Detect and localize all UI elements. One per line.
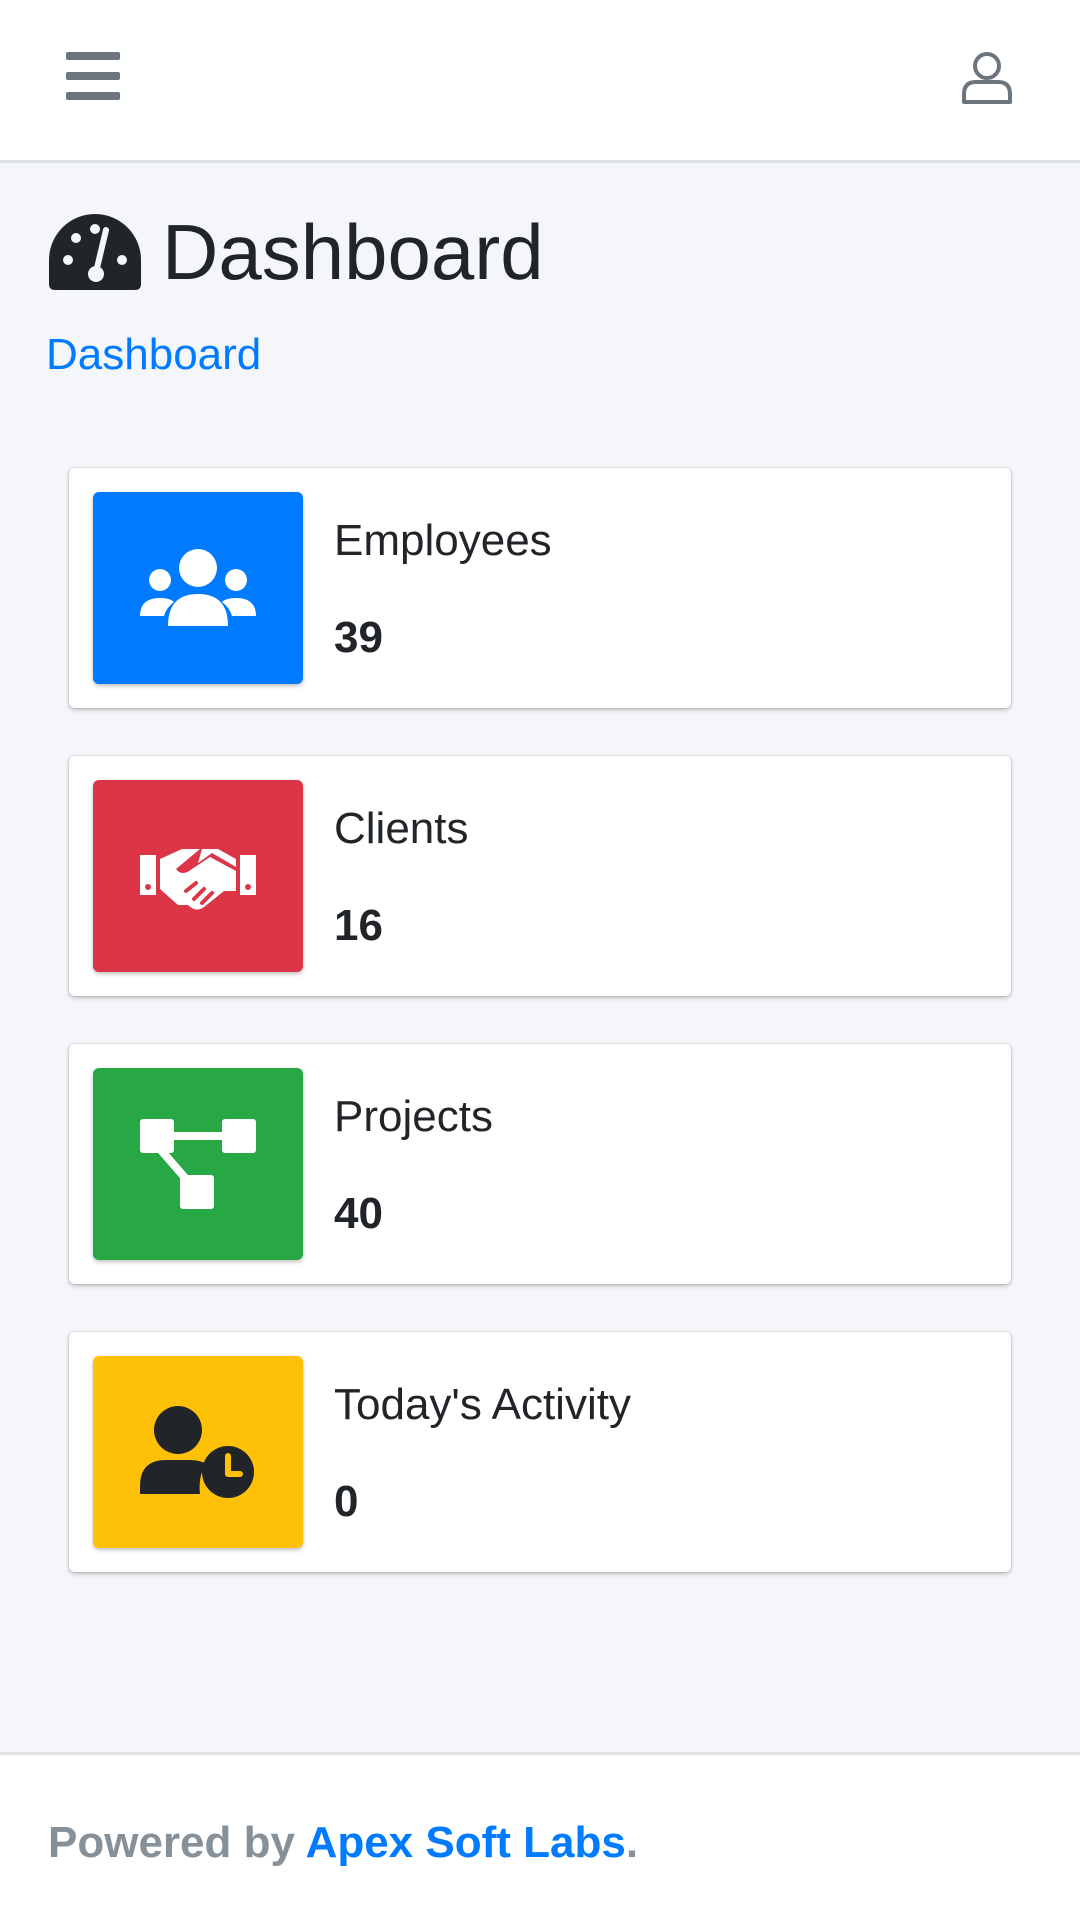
top-navbar (0, 0, 1080, 163)
info-box-value: 0 (334, 1477, 359, 1526)
info-box-icon (93, 492, 303, 684)
info-box-label: Clients (334, 804, 469, 853)
info-box-value: 40 (334, 1189, 383, 1238)
info-box-value: 39 (334, 613, 383, 662)
info-box-clients[interactable]: Clients 16 (69, 756, 1011, 996)
footer-prefix: Powered by (48, 1818, 306, 1867)
info-box-employees[interactable]: Employees 39 (69, 468, 1011, 708)
info-box-icon (93, 1068, 303, 1260)
info-box-icon (93, 780, 303, 972)
footer-suffix: . (625, 1818, 639, 1867)
tachometer-icon (49, 214, 141, 290)
info-box-todays-activity[interactable]: Today's Activity 0 (69, 1332, 1011, 1572)
bars-icon (66, 52, 120, 60)
info-box-label: Today's Activity (334, 1380, 631, 1429)
project-diagram-icon (140, 1119, 256, 1209)
menu-toggle-button[interactable] (66, 52, 120, 100)
breadcrumb-dashboard-link[interactable]: Dashboard (46, 330, 261, 380)
info-box-icon (93, 1356, 303, 1548)
footer: Powered by Apex Soft Labs. (0, 1752, 1080, 1922)
info-box-label: Projects (334, 1092, 493, 1141)
user-icon[interactable] (960, 50, 1014, 104)
footer-text: Powered by Apex Soft Labs. (48, 1818, 638, 1868)
info-box-value: 16 (334, 901, 383, 950)
content-header: Dashboard (46, 210, 544, 294)
footer-company-link[interactable]: Apex Soft Labs (306, 1818, 626, 1867)
handshake-icon (140, 849, 256, 910)
page-title: Dashboard (162, 208, 544, 296)
users-icon (140, 549, 256, 626)
user-clock-icon (140, 1406, 254, 1498)
info-box-label: Employees (334, 516, 552, 565)
info-box-projects[interactable]: Projects 40 (69, 1044, 1011, 1284)
